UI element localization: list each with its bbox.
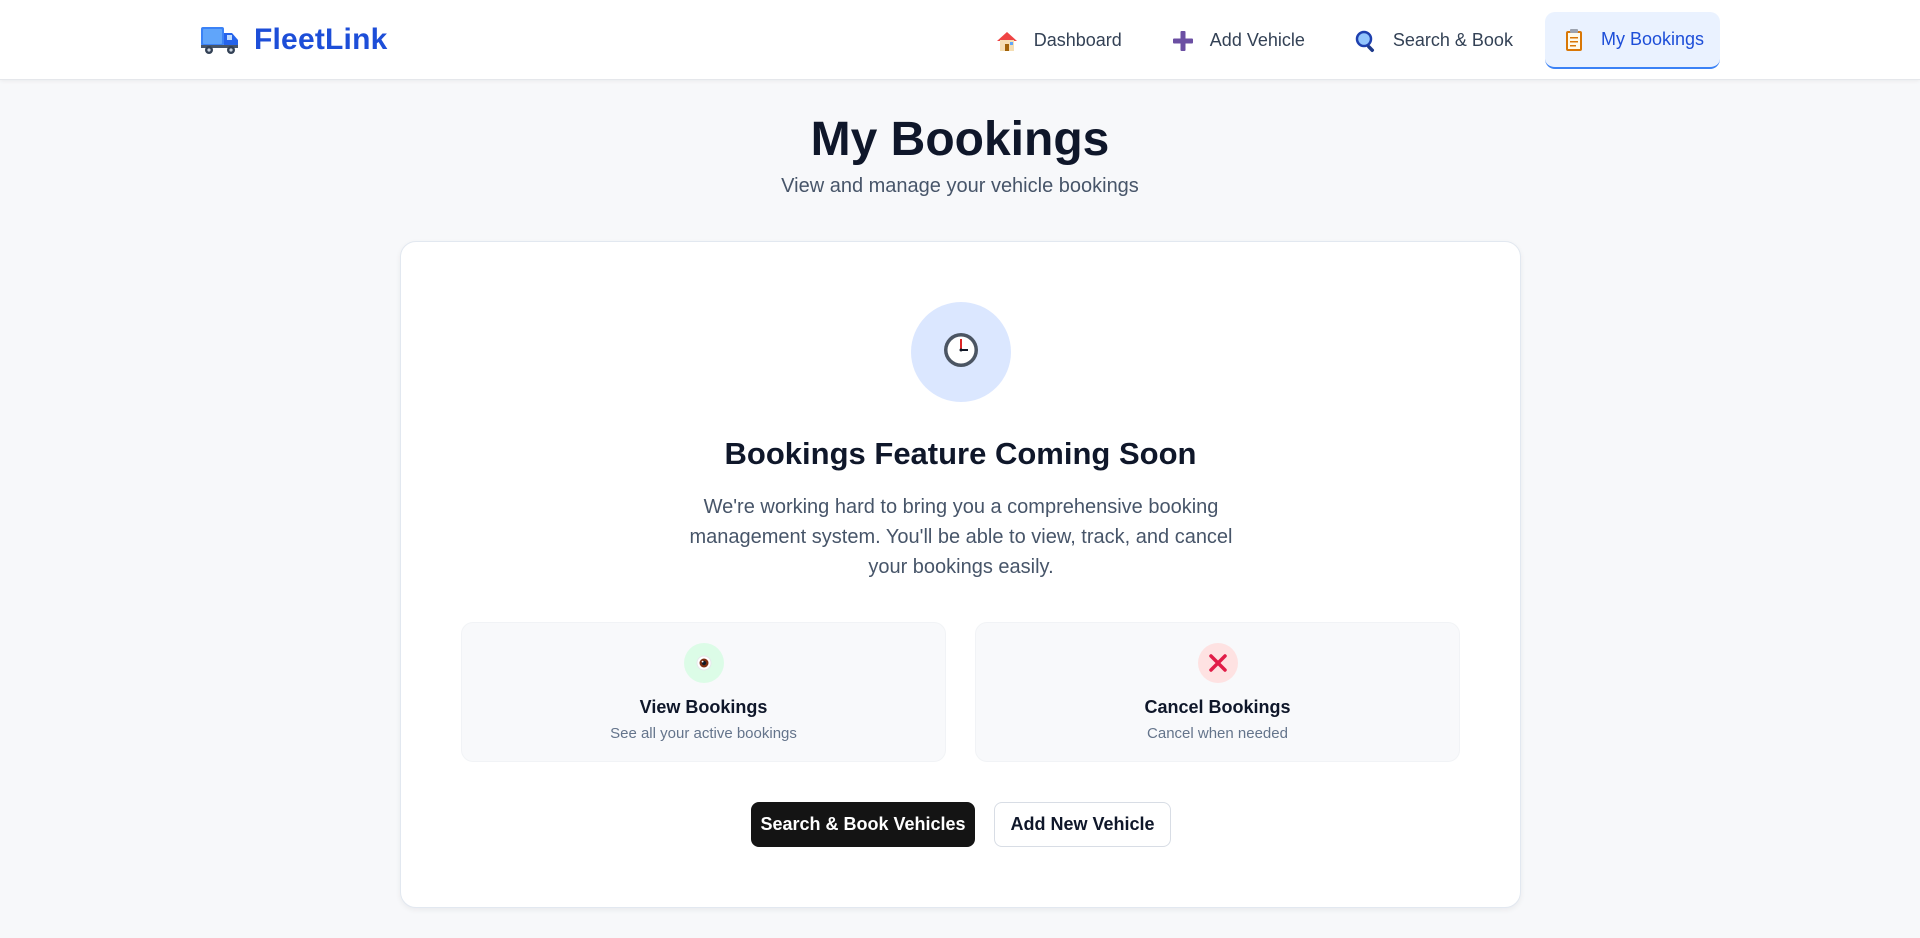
nav-item-search-book[interactable]: Search & Book xyxy=(1337,12,1529,69)
magnifier-icon xyxy=(1353,28,1379,54)
feature-description: Cancel when needed xyxy=(1147,725,1288,742)
top-navbar: FleetLink Dashboard Add Vehicle Search &… xyxy=(0,0,1920,80)
coming-soon-card: Bookings Feature Coming Soon We're worki… xyxy=(400,241,1521,908)
cross-icon xyxy=(1198,643,1238,683)
feature-description: See all your active bookings xyxy=(610,725,797,742)
brand-name: FleetLink xyxy=(254,23,388,56)
nav-label-my-bookings: My Bookings xyxy=(1600,29,1704,49)
feature-view-bookings: View Bookings See all your active bookin… xyxy=(461,622,946,762)
main-nav: Dashboard Add Vehicle Search & Book My B… xyxy=(978,12,1720,69)
card-title: Bookings Feature Coming Soon xyxy=(724,436,1197,471)
truck-icon xyxy=(200,24,240,56)
feature-title: View Bookings xyxy=(639,697,768,717)
clock-icon xyxy=(941,330,981,375)
hero-icon-circle xyxy=(911,302,1011,402)
feature-cancel-bookings: Cancel Bookings Cancel when needed xyxy=(975,622,1460,762)
house-icon xyxy=(994,28,1020,54)
clipboard-icon xyxy=(1561,27,1587,53)
brand-logo[interactable]: FleetLink xyxy=(200,20,388,60)
search-book-vehicles-button[interactable]: Search & Book Vehicles xyxy=(751,802,975,847)
nav-label-add-vehicle: Add Vehicle xyxy=(1209,30,1305,50)
add-new-vehicle-button[interactable]: Add New Vehicle xyxy=(994,802,1171,847)
page-title: My Bookings xyxy=(810,113,1110,166)
card-description: We're working hard to bring you a compre… xyxy=(689,496,1233,578)
page-subtitle: View and manage your vehicle bookings xyxy=(781,175,1139,197)
plus-icon xyxy=(1170,28,1196,54)
nav-item-dashboard[interactable]: Dashboard xyxy=(978,12,1138,69)
nav-label-dashboard: Dashboard xyxy=(1033,30,1122,50)
eye-icon xyxy=(684,643,724,683)
nav-item-my-bookings[interactable]: My Bookings xyxy=(1544,12,1720,69)
nav-label-search-book: Search & Book xyxy=(1392,30,1513,50)
feature-title: Cancel Bookings xyxy=(1144,697,1291,717)
nav-item-add-vehicle[interactable]: Add Vehicle xyxy=(1154,12,1321,69)
